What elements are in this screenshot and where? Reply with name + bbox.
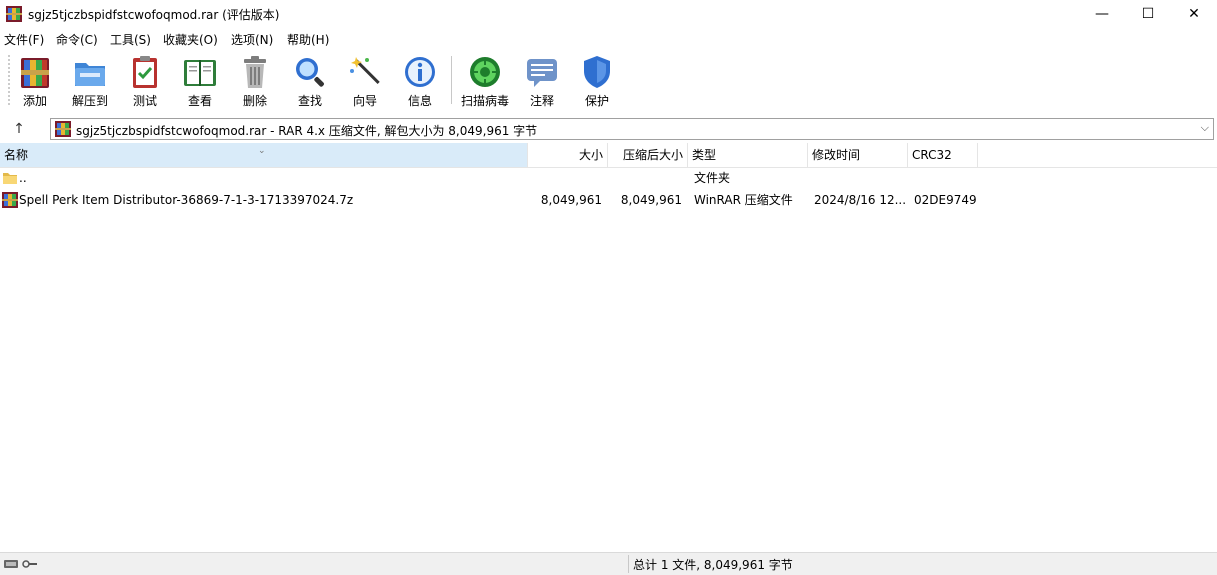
info-icon <box>405 57 435 87</box>
up-arrow-icon[interactable]: ↑ <box>8 118 30 140</box>
view-button[interactable]: 查看 <box>173 54 227 110</box>
extract-to-button-label: 解压到 <box>71 94 108 108</box>
status-divider <box>628 555 629 573</box>
comment-icon <box>527 59 557 87</box>
table-row[interactable]: Spell Perk Item Distributor-36869-7-1-3-… <box>0 189 980 211</box>
sort-chevron-icon: ⌄ <box>258 146 266 156</box>
column-header-name[interactable]: 名称 ⌄ <box>0 143 528 167</box>
delete-button[interactable]: 删除 <box>228 54 282 110</box>
wizard-wand-icon <box>350 57 380 85</box>
menu-options[interactable]: 选项(N) <box>231 31 273 48</box>
winrar-app-icon <box>6 6 22 22</box>
test-clipboard-icon <box>133 56 157 88</box>
title-bar: sgjz5tjczbspidfstcwofoqmod.rar (评估版本) — … <box>0 0 1217 28</box>
menu-help[interactable]: 帮助(H) <box>287 31 329 48</box>
list-header: 名称 ⌄ 大小 压缩后大小 类型 修改时间 CRC32 <box>0 143 1217 168</box>
protect-button-label: 保护 <box>584 94 609 108</box>
column-header-modified[interactable]: 修改时间 <box>808 143 908 167</box>
delete-button-label: 删除 <box>242 94 267 108</box>
info-button[interactable]: 信息 <box>393 54 447 110</box>
address-bar: ↑ sgjz5tjczbspidfstcwofoqmod.rar - RAR 4… <box>0 116 1217 142</box>
add-button[interactable]: 添加 <box>8 54 62 110</box>
row-name: .. <box>19 171 27 185</box>
wizard-button[interactable]: 向导 <box>338 54 392 110</box>
maximize-button[interactable]: ☐ <box>1125 0 1171 28</box>
add-archive-icon <box>21 58 49 88</box>
comment-button[interactable]: 注释 <box>515 54 569 110</box>
address-field[interactable]: sgjz5tjczbspidfstcwofoqmod.rar - RAR 4.x… <box>50 118 1214 140</box>
column-header-size[interactable]: 大小 <box>528 143 608 167</box>
address-text: sgjz5tjczbspidfstcwofoqmod.rar - RAR 4.x… <box>76 124 538 138</box>
menu-bar: 文件(F) 命令(C) 工具(S) 收藏夹(O) 选项(N) 帮助(H) <box>0 28 1217 48</box>
add-button-label: 添加 <box>22 94 47 108</box>
virus-scan-icon <box>470 57 500 87</box>
menu-commands[interactable]: 命令(C) <box>56 31 98 48</box>
column-header-packed[interactable]: 压缩后大小 <box>608 143 688 167</box>
comment-button-label: 注释 <box>529 94 554 108</box>
extract-folder-icon <box>75 63 105 86</box>
table-row-parent[interactable]: .. 文件夹 <box>0 167 980 189</box>
find-button[interactable]: 查找 <box>283 54 337 110</box>
row-name: Spell Perk Item Distributor-36869-7-1-3-… <box>19 193 354 207</box>
toolbar-separator <box>451 56 452 104</box>
magnifier-icon <box>296 58 324 87</box>
test-button[interactable]: 测试 <box>118 54 172 110</box>
view-book-icon <box>184 60 216 86</box>
extract-to-button[interactable]: 解压到 <box>63 54 117 110</box>
row-size: 8,049,961 <box>540 193 602 207</box>
wizard-button-label: 向导 <box>352 94 377 108</box>
protect-button[interactable]: 保护 <box>570 54 624 110</box>
info-button-label: 信息 <box>407 94 432 108</box>
row-packed: 8,049,961 <box>620 193 682 207</box>
test-button-label: 测试 <box>132 94 157 108</box>
menu-tools[interactable]: 工具(S) <box>110 31 151 48</box>
rar-file-icon <box>55 121 71 137</box>
window-title: sgjz5tjczbspidfstcwofoqmod.rar (评估版本) <box>28 8 280 22</box>
trash-icon <box>244 56 266 88</box>
close-button[interactable]: ✕ <box>1171 0 1217 28</box>
minimize-button[interactable]: — <box>1079 0 1125 28</box>
view-button-label: 查看 <box>187 94 212 108</box>
column-header-type[interactable]: 类型 <box>688 143 808 167</box>
status-text: 总计 1 文件, 8,049,961 字节 <box>633 558 793 572</box>
row-type: WinRAR 压缩文件 <box>694 193 793 207</box>
row-type: 文件夹 <box>694 171 731 185</box>
column-header-name-label: 名称 <box>4 148 29 162</box>
row-crc: 02DE9749 <box>914 193 977 207</box>
folder-icon <box>3 173 17 184</box>
virus-scan-button[interactable]: 扫描病毒 <box>458 54 512 110</box>
find-button-label: 查找 <box>297 94 322 108</box>
chevron-down-icon[interactable]: ⌵ <box>1201 121 1209 135</box>
virus-scan-button-label: 扫描病毒 <box>460 94 509 108</box>
shield-icon <box>584 56 610 88</box>
archive-file-icon <box>2 192 18 208</box>
row-modified: 2024/8/16 12... <box>814 193 907 207</box>
menu-file[interactable]: 文件(F) <box>4 31 44 48</box>
status-bar: 总计 1 文件, 8,049,961 字节 <box>0 552 1217 575</box>
column-header-crc[interactable]: CRC32 <box>908 143 978 167</box>
drive-key-icon <box>4 560 37 568</box>
file-list: 名称 ⌄ 大小 压缩后大小 类型 修改时间 CRC32 .. 文件夹 Spell… <box>0 143 1217 551</box>
menu-favorites[interactable]: 收藏夹(O) <box>163 31 218 48</box>
